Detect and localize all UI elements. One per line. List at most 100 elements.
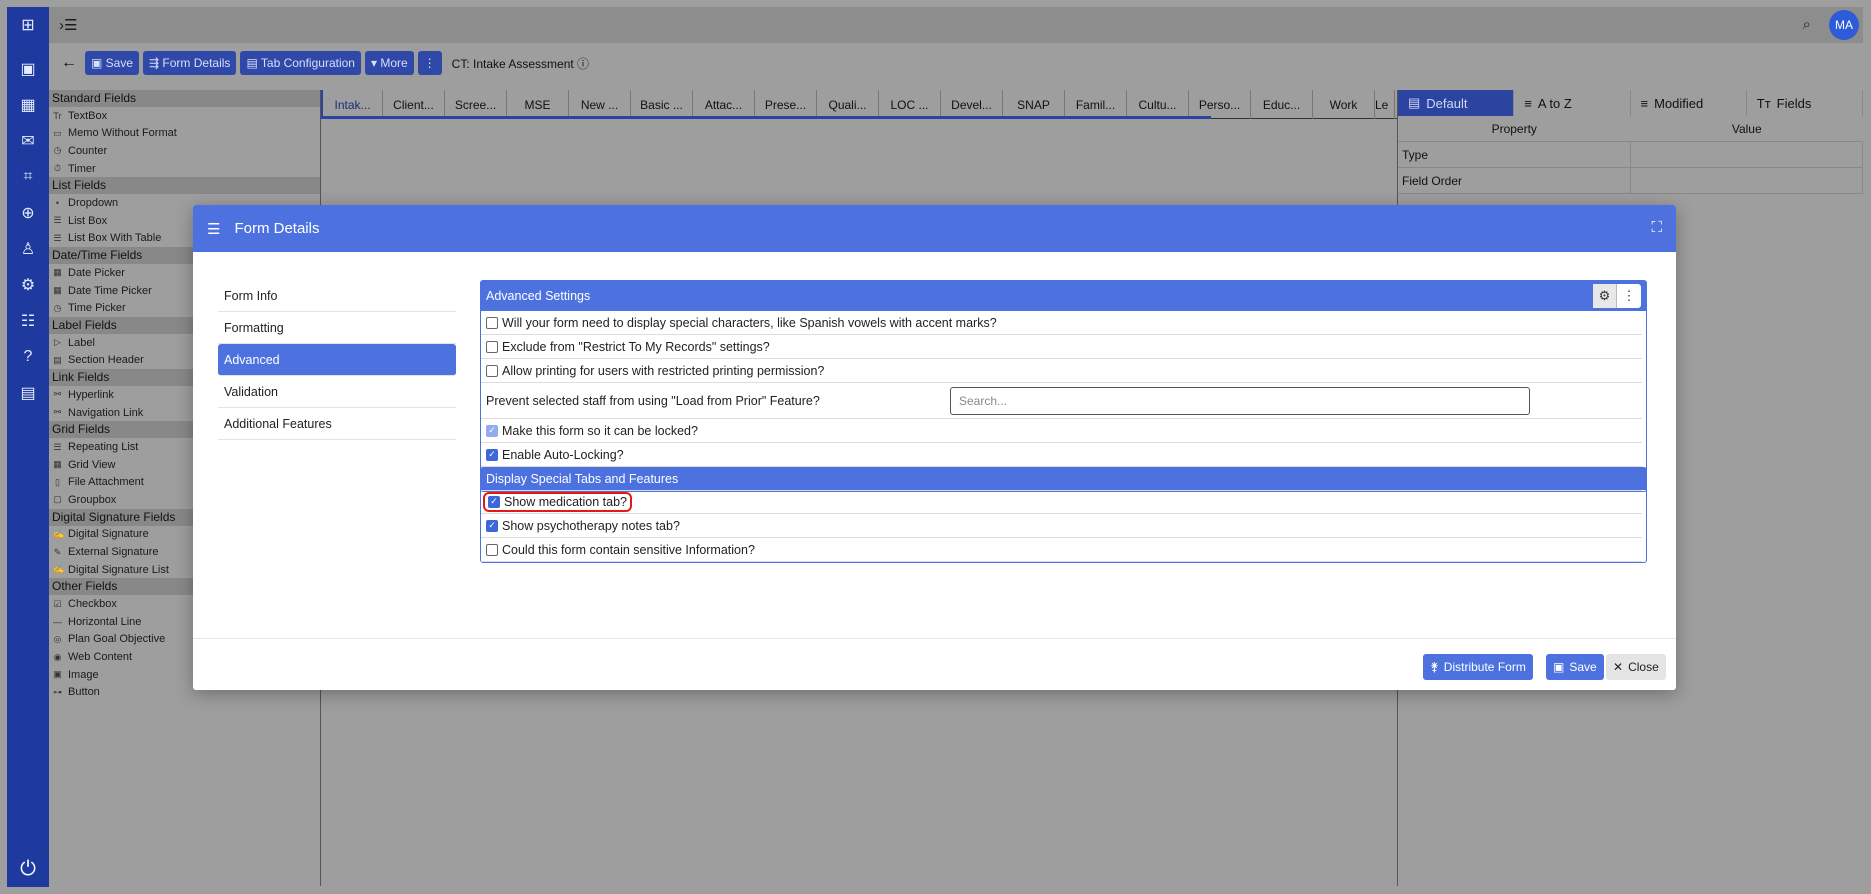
palette-item-label: Grid View <box>68 458 116 471</box>
form-tab[interactable]: Attac... <box>693 90 755 119</box>
id-card-icon[interactable]: ▤ <box>7 375 49 411</box>
palette-category: List Fields <box>49 177 320 195</box>
help-icon[interactable]: ? <box>7 339 49 375</box>
form-tab[interactable]: Scree... <box>445 90 507 119</box>
field-type-icon: ☰ <box>53 215 62 226</box>
palette-item-label: External Signature <box>68 546 159 559</box>
setting-checkbox[interactable] <box>486 316 498 329</box>
palette-item[interactable]: ▭ Memo Without Format <box>49 125 320 143</box>
more-options-button[interactable]: ⋮ <box>417 51 442 75</box>
field-type-icon: ⏱ <box>53 163 62 174</box>
form-tab[interactable]: Cultu... <box>1127 90 1189 119</box>
form-tab[interactable]: Devel... <box>941 90 1003 119</box>
property-tab[interactable]: ≡ Modified <box>1631 90 1747 116</box>
dialog-header: ☰ Form Details ⛶ <box>193 205 1676 252</box>
grid-icon[interactable]: ⊞ <box>7 7 49 43</box>
property-tab-label: Fields <box>1776 95 1812 111</box>
hamburger-icon[interactable]: ☰ <box>207 220 220 238</box>
form-tab[interactable]: Client... <box>383 90 445 119</box>
property-tab-icon: Tт <box>1756 95 1771 111</box>
medical-bag-icon[interactable]: ⊕ <box>7 195 49 231</box>
property-row[interactable]: Field Order <box>1398 168 1863 194</box>
field-type-icon: Tr <box>53 110 62 121</box>
palette-item-label: Web Content <box>68 651 133 664</box>
form-tab[interactable]: New ... <box>569 90 631 119</box>
property-tab[interactable]: ▤ Default <box>1398 90 1515 116</box>
property-value[interactable] <box>1631 142 1863 167</box>
palette-item-label: Label <box>68 336 95 349</box>
form-tab[interactable]: Basic ... <box>631 90 693 119</box>
setting-checkbox[interactable] <box>486 340 498 353</box>
setting-checkbox[interactable] <box>486 543 498 556</box>
palette-item-label: Navigation Link <box>68 406 144 419</box>
save-button[interactable]: ▣ Save <box>85 51 140 75</box>
menu-toggle-icon[interactable]: ›☰ <box>59 16 77 34</box>
form-tab[interactable]: Famil... <box>1065 90 1127 119</box>
dialog-menu-item[interactable]: Additional Features <box>218 408 456 440</box>
scan-icon[interactable]: ⌗ <box>7 159 49 195</box>
form-tab[interactable]: Quali... <box>817 90 879 119</box>
special-tabs-header: Display Special Tabs and Features <box>481 468 1646 490</box>
tab-configuration-button[interactable]: ▤ Tab Configuration <box>240 51 361 75</box>
inbox-icon[interactable]: ▣ <box>7 51 49 87</box>
mail-icon[interactable]: ✉ <box>7 123 49 159</box>
settings-icon[interactable]: ⚙ <box>1593 284 1617 308</box>
dialog-save-label: Save <box>1569 660 1597 674</box>
form-tab[interactable]: Intak... <box>321 90 383 119</box>
setting-checkbox[interactable]: ✓ <box>486 424 498 437</box>
field-type-icon: ◎ <box>53 633 62 644</box>
form-details-button[interactable]: ⇶ Form Details <box>143 51 237 75</box>
back-button[interactable]: ← <box>57 54 81 72</box>
special-tabs-panel: Display Special Tabs and Features ✓ Show … <box>480 467 1647 563</box>
palette-item-label: Groupbox <box>68 493 117 506</box>
palette-item[interactable]: ⏱ Timer <box>49 160 320 178</box>
field-type-icon: ⊶ <box>53 686 62 697</box>
tabs-scrollbar[interactable] <box>321 116 1211 119</box>
search-icon[interactable]: ⌕ <box>1803 16 1811 33</box>
settings-icon[interactable]: ⚙ <box>7 267 49 303</box>
form-tab[interactable]: MSE <box>507 90 569 119</box>
field-type-icon: ▦ <box>53 285 62 296</box>
palette-item[interactable]: ◷ Counter <box>49 142 320 160</box>
dialog-title: Form Details <box>234 220 320 237</box>
close-button[interactable]: ✕ Close <box>1606 654 1666 680</box>
user-icon[interactable]: ♙ <box>7 231 49 267</box>
more-vert-icon[interactable]: ⋮ <box>1617 284 1641 308</box>
property-value[interactable] <box>1631 168 1863 193</box>
form-tab[interactable]: Prese... <box>755 90 817 119</box>
setting-checkbox[interactable]: ✓ <box>488 495 500 508</box>
calendar-icon[interactable]: ▦ <box>7 87 49 123</box>
more-button[interactable]: ▾ More <box>364 51 414 75</box>
form-icon[interactable]: ☷ <box>7 303 49 339</box>
field-type-icon: ▭ <box>53 127 62 138</box>
palette-item[interactable]: Tr TextBox <box>49 107 320 125</box>
top-bar: ›☰ ⌕ MA <box>49 7 1863 43</box>
dialog-menu-item[interactable]: Validation <box>218 376 456 408</box>
dialog-menu-item[interactable]: Form Info <box>218 280 456 312</box>
setting-checkbox[interactable] <box>486 364 498 377</box>
form-tab[interactable]: Educ... <box>1251 90 1313 119</box>
property-column-header: Property <box>1491 122 1537 136</box>
setting-checkbox[interactable]: ✓ <box>486 448 498 461</box>
form-tab[interactable]: LOC ... <box>879 90 941 119</box>
dialog-menu-item[interactable]: Advanced <box>218 344 456 376</box>
field-type-icon: ⚯ <box>53 407 62 418</box>
dialog-save-button[interactable]: ▣ Save <box>1546 654 1604 680</box>
form-tab[interactable]: SNAP <box>1003 90 1065 119</box>
dialog-menu: Form Info Formatting Advanced Validation Add… <box>218 280 456 440</box>
property-row[interactable]: Type <box>1398 142 1863 168</box>
property-tab[interactable]: ≡ A to Z <box>1514 90 1631 116</box>
setting-checkbox[interactable]: ✓ <box>486 519 498 532</box>
field-type-icon: ▣ <box>53 669 62 680</box>
form-tab[interactable]: Work <box>1313 90 1375 119</box>
avatar[interactable]: MA <box>1829 10 1859 40</box>
staff-search-input[interactable]: Search... <box>950 387 1530 415</box>
field-type-icon: • <box>55 198 60 209</box>
dialog-menu-item[interactable]: Formatting <box>218 312 456 344</box>
expand-icon[interactable]: ⛶ <box>1651 219 1662 236</box>
power-icon[interactable]: ⏻ <box>7 858 49 881</box>
form-tab[interactable]: Le <box>1375 90 1395 119</box>
distribute-form-button[interactable]: ⚵ Distribute Form <box>1423 654 1533 680</box>
property-tab[interactable]: Tт Fields <box>1747 90 1863 116</box>
form-tab[interactable]: Perso... <box>1189 90 1251 119</box>
